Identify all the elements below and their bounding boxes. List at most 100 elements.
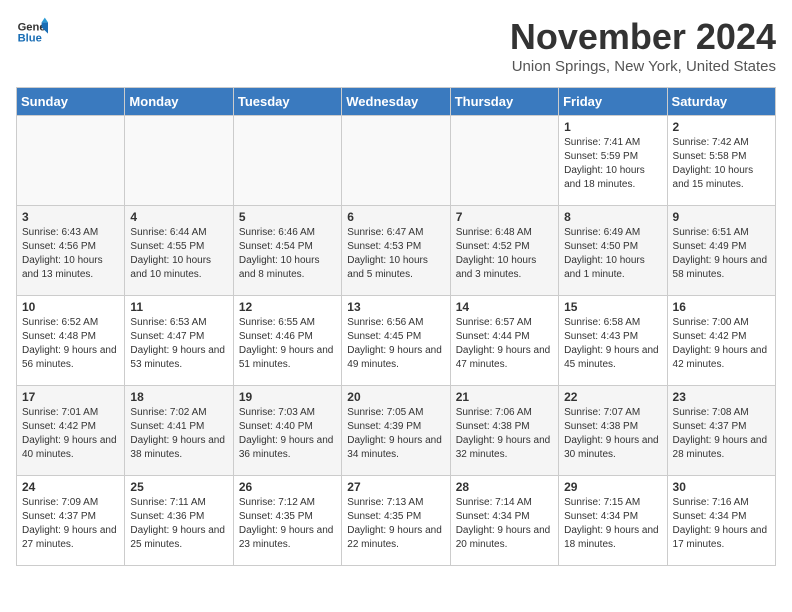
day-number: 9 [673, 210, 770, 224]
day-number: 12 [239, 300, 336, 314]
day-number: 26 [239, 480, 336, 494]
calendar-cell: 3 Sunrise: 6:43 AM Sunset: 4:56 PM Daylig… [17, 206, 125, 296]
day-header-thursday: Thursday [450, 88, 558, 116]
day-header-friday: Friday [559, 88, 667, 116]
calendar-cell: 4 Sunrise: 6:44 AM Sunset: 4:55 PM Daylig… [125, 206, 233, 296]
day-info: Sunrise: 6:57 AM Sunset: 4:44 PM Dayligh… [456, 316, 553, 372]
calendar-week-5: 24 Sunrise: 7:09 AM Sunset: 4:37 PM Dayli… [17, 476, 776, 566]
calendar-cell: 6Sunrise: 6:47 AM Sunset: 4:53 PM Daylig… [342, 206, 450, 296]
calendar-cell: 14 Sunrise: 6:57 AM Sunset: 4:44 PM Dayli… [450, 296, 558, 386]
day-info: Sunrise: 7:12 AM Sunset: 4:35 PM Dayligh… [239, 496, 336, 552]
day-info: Sunrise: 6:55 AM Sunset: 4:46 PM Dayligh… [239, 316, 336, 372]
day-number: 16 [673, 300, 770, 314]
calendar-cell [450, 116, 558, 206]
calendar-cell: 24 Sunrise: 7:09 AM Sunset: 4:37 PM Dayli… [17, 476, 125, 566]
day-number: 4 [130, 210, 227, 224]
day-number: 2 [673, 120, 770, 134]
day-number: 22 [564, 390, 661, 404]
day-info: Sunrise: 6:43 AM Sunset: 4:56 PM Dayligh… [22, 226, 119, 282]
day-number: 15 [564, 300, 661, 314]
day-number: 8 [564, 210, 661, 224]
calendar-week-4: 17 Sunrise: 7:01 AM Sunset: 4:42 PM Dayli… [17, 386, 776, 476]
day-info: Sunrise: 6:44 AM Sunset: 4:55 PM Dayligh… [130, 226, 227, 282]
day-number: 18 [130, 390, 227, 404]
calendar-cell: 20 Sunrise: 7:05 AM Sunset: 4:39 PM Dayli… [342, 386, 450, 476]
logo-icon: General Blue [16, 16, 48, 48]
day-info: Sunrise: 6:58 AM Sunset: 4:43 PM Dayligh… [564, 316, 661, 372]
day-info: Sunrise: 7:15 AM Sunset: 4:34 PM Dayligh… [564, 496, 661, 552]
day-number: 17 [22, 390, 119, 404]
calendar-cell: 16Sunrise: 7:00 AM Sunset: 4:42 PM Dayli… [667, 296, 775, 386]
calendar-cell: 22 Sunrise: 7:07 AM Sunset: 4:38 PM Dayli… [559, 386, 667, 476]
day-header-wednesday: Wednesday [342, 88, 450, 116]
day-info: Sunrise: 6:53 AM Sunset: 4:47 PM Dayligh… [130, 316, 227, 372]
day-info: Sunrise: 7:13 AM Sunset: 4:35 PM Dayligh… [347, 496, 444, 552]
day-number: 10 [22, 300, 119, 314]
calendar-cell: 27 Sunrise: 7:13 AM Sunset: 4:35 PM Dayli… [342, 476, 450, 566]
day-info: Sunrise: 7:42 AM Sunset: 5:58 PM Dayligh… [673, 136, 770, 192]
day-number: 3 [22, 210, 119, 224]
day-header-monday: Monday [125, 88, 233, 116]
day-info: Sunrise: 7:41 AM Sunset: 5:59 PM Dayligh… [564, 136, 661, 192]
calendar-cell: 9Sunrise: 6:51 AM Sunset: 4:49 PM Daylig… [667, 206, 775, 296]
day-info: Sunrise: 6:46 AM Sunset: 4:54 PM Dayligh… [239, 226, 336, 282]
day-number: 24 [22, 480, 119, 494]
calendar-cell: 13 Sunrise: 6:56 AM Sunset: 4:45 PM Dayli… [342, 296, 450, 386]
day-number: 1 [564, 120, 661, 134]
day-info: Sunrise: 7:03 AM Sunset: 4:40 PM Dayligh… [239, 406, 336, 462]
day-info: Sunrise: 7:01 AM Sunset: 4:42 PM Dayligh… [22, 406, 119, 462]
location-title: Union Springs, New York, United States [510, 58, 776, 75]
calendar-cell: 19 Sunrise: 7:03 AM Sunset: 4:40 PM Dayli… [233, 386, 341, 476]
header: General Blue November 2024 Union Springs… [16, 16, 776, 75]
calendar-cell: 17 Sunrise: 7:01 AM Sunset: 4:42 PM Dayli… [17, 386, 125, 476]
day-info: Sunrise: 7:11 AM Sunset: 4:36 PM Dayligh… [130, 496, 227, 552]
day-number: 29 [564, 480, 661, 494]
calendar-cell: 15 Sunrise: 6:58 AM Sunset: 4:43 PM Dayli… [559, 296, 667, 386]
calendar-table: SundayMondayTuesdayWednesdayThursdayFrid… [16, 87, 776, 566]
day-number: 11 [130, 300, 227, 314]
calendar-cell [233, 116, 341, 206]
day-info: Sunrise: 6:49 AM Sunset: 4:50 PM Dayligh… [564, 226, 661, 282]
calendar-week-2: 3 Sunrise: 6:43 AM Sunset: 4:56 PM Daylig… [17, 206, 776, 296]
day-info: Sunrise: 6:56 AM Sunset: 4:45 PM Dayligh… [347, 316, 444, 372]
day-number: 27 [347, 480, 444, 494]
calendar-cell: 7Sunrise: 6:48 AM Sunset: 4:52 PM Daylig… [450, 206, 558, 296]
calendar-cell: 5 Sunrise: 6:46 AM Sunset: 4:54 PM Daylig… [233, 206, 341, 296]
day-info: Sunrise: 7:07 AM Sunset: 4:38 PM Dayligh… [564, 406, 661, 462]
day-number: 20 [347, 390, 444, 404]
calendar-cell: 21 Sunrise: 7:06 AM Sunset: 4:38 PM Dayli… [450, 386, 558, 476]
day-number: 19 [239, 390, 336, 404]
day-header-saturday: Saturday [667, 88, 775, 116]
calendar-cell: 23Sunrise: 7:08 AM Sunset: 4:37 PM Dayli… [667, 386, 775, 476]
calendar-cell: 18 Sunrise: 7:02 AM Sunset: 4:41 PM Dayli… [125, 386, 233, 476]
day-info: Sunrise: 6:47 AM Sunset: 4:53 PM Dayligh… [347, 226, 444, 282]
calendar-cell: 30Sunrise: 7:16 AM Sunset: 4:34 PM Dayli… [667, 476, 775, 566]
day-info: Sunrise: 6:48 AM Sunset: 4:52 PM Dayligh… [456, 226, 553, 282]
day-number: 5 [239, 210, 336, 224]
day-number: 14 [456, 300, 553, 314]
calendar-cell: 26 Sunrise: 7:12 AM Sunset: 4:35 PM Dayli… [233, 476, 341, 566]
day-info: Sunrise: 7:06 AM Sunset: 4:38 PM Dayligh… [456, 406, 553, 462]
calendar-cell [342, 116, 450, 206]
day-number: 23 [673, 390, 770, 404]
calendar-cell [17, 116, 125, 206]
calendar-cell: 25Sunrise: 7:11 AM Sunset: 4:36 PM Dayli… [125, 476, 233, 566]
day-number: 30 [673, 480, 770, 494]
svg-text:Blue: Blue [18, 33, 42, 45]
day-info: Sunrise: 7:02 AM Sunset: 4:41 PM Dayligh… [130, 406, 227, 462]
calendar-cell: 8 Sunrise: 6:49 AM Sunset: 4:50 PM Daylig… [559, 206, 667, 296]
day-info: Sunrise: 7:05 AM Sunset: 4:39 PM Dayligh… [347, 406, 444, 462]
calendar-cell: 11 Sunrise: 6:53 AM Sunset: 4:47 PM Dayli… [125, 296, 233, 386]
header-row: SundayMondayTuesdayWednesdayThursdayFrid… [17, 88, 776, 116]
calendar-cell: 29 Sunrise: 7:15 AM Sunset: 4:34 PM Dayli… [559, 476, 667, 566]
logo: General Blue [16, 16, 48, 48]
day-info: Sunrise: 6:52 AM Sunset: 4:48 PM Dayligh… [22, 316, 119, 372]
calendar-cell: 10 Sunrise: 6:52 AM Sunset: 4:48 PM Dayli… [17, 296, 125, 386]
calendar-week-3: 10 Sunrise: 6:52 AM Sunset: 4:48 PM Dayli… [17, 296, 776, 386]
day-info: Sunrise: 7:09 AM Sunset: 4:37 PM Dayligh… [22, 496, 119, 552]
day-header-tuesday: Tuesday [233, 88, 341, 116]
day-number: 28 [456, 480, 553, 494]
day-number: 13 [347, 300, 444, 314]
calendar-cell: 12 Sunrise: 6:55 AM Sunset: 4:46 PM Dayli… [233, 296, 341, 386]
day-number: 21 [456, 390, 553, 404]
